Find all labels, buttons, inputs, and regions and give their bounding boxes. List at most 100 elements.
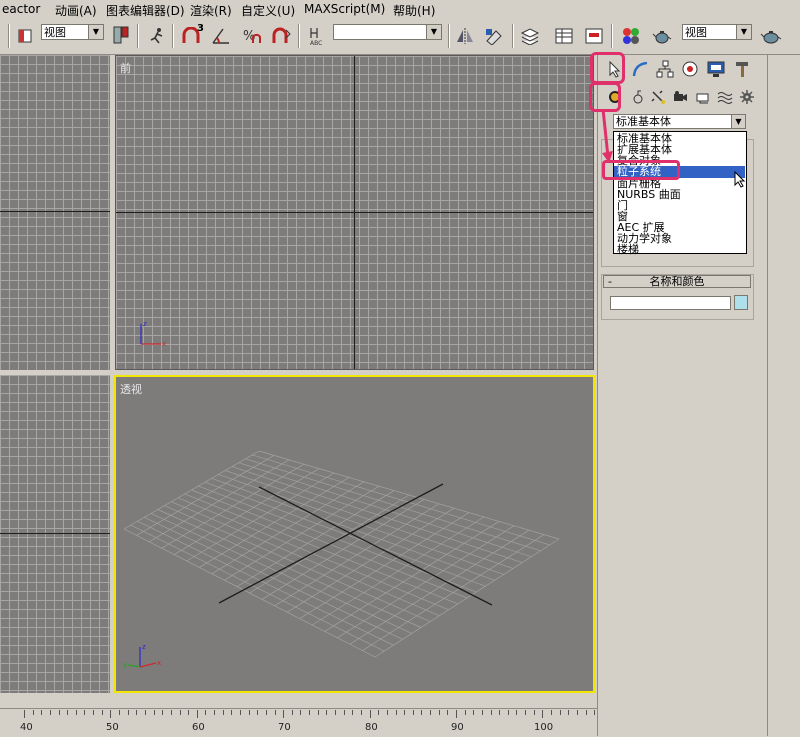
space-warps-subtab[interactable] bbox=[715, 87, 735, 107]
render-type-combo[interactable]: 视图 ▼ bbox=[682, 24, 752, 40]
ruler-tick bbox=[438, 710, 440, 715]
ruler-tick bbox=[395, 710, 397, 715]
named-selection-sets-combo[interactable]: ▼ bbox=[333, 24, 442, 40]
svg-text:x: x bbox=[157, 659, 161, 667]
angle-snap-icon bbox=[212, 28, 229, 44]
systems-subtab[interactable] bbox=[737, 87, 757, 107]
object-category-dropdown: 标准基本体 扩展基本体 复合对象 粒子系统 面片栅格 NURBS 曲面 门 窗 … bbox=[613, 131, 747, 255]
viewport-top-left[interactable] bbox=[0, 55, 110, 370]
ruler-tick bbox=[464, 710, 466, 715]
menu-rendering[interactable]: 渲染(R) bbox=[190, 2, 232, 19]
ruler-tick bbox=[559, 710, 561, 715]
quick-render-button[interactable] bbox=[760, 25, 782, 47]
object-category-select[interactable]: 标准基本体 ▼ bbox=[613, 114, 746, 129]
ruler-tick bbox=[153, 710, 155, 715]
material-editor-button[interactable] bbox=[620, 25, 642, 47]
motion-tab[interactable] bbox=[678, 57, 702, 81]
ruler-tick bbox=[533, 710, 535, 715]
curve-editor-button[interactable] bbox=[553, 25, 575, 47]
name-color-rollout-header[interactable]: - 名称和颜色 bbox=[603, 275, 751, 288]
ruler-tick bbox=[335, 710, 337, 715]
reference-coord-combo[interactable]: 视图 ▼ bbox=[41, 24, 104, 40]
main-toolbar: 视图 ▼ 3 % ABC ▼ 视图 ▼ bbox=[0, 18, 800, 55]
mirror-button[interactable] bbox=[454, 25, 476, 47]
menu-customize[interactable]: 自定义(U) bbox=[241, 2, 295, 19]
ruler-tick bbox=[343, 710, 345, 715]
ruler-tick bbox=[32, 710, 34, 715]
material-spheres-icon bbox=[623, 28, 639, 44]
grid-axis-line bbox=[0, 533, 110, 534]
ruler-tick bbox=[265, 710, 267, 715]
ruler-tick bbox=[240, 710, 241, 715]
command-panel-scrollbar-area[interactable] bbox=[767, 55, 800, 736]
toolbar-separator bbox=[137, 24, 139, 48]
hierarchy-tab[interactable] bbox=[653, 57, 677, 81]
ruler-label: 60 bbox=[192, 722, 205, 733]
viewport-front[interactable]: 前 z x bbox=[115, 55, 594, 370]
spinner-snap-button[interactable] bbox=[270, 25, 292, 47]
render-scene-button[interactable] bbox=[651, 25, 673, 47]
layer-manager-button[interactable] bbox=[519, 25, 541, 47]
named-selection-icon: ABC bbox=[310, 28, 322, 46]
object-name-input[interactable] bbox=[610, 296, 731, 310]
ruler-tick bbox=[404, 710, 406, 715]
ruler-tick bbox=[585, 710, 587, 715]
schematic-view-button[interactable] bbox=[583, 25, 605, 47]
dropdown-item-stairs[interactable]: 楼梯 bbox=[617, 244, 639, 255]
ruler-tick bbox=[309, 710, 311, 715]
viewport-bottom-left[interactable] bbox=[0, 375, 110, 693]
ruler-tick bbox=[378, 710, 380, 715]
timeline-ruler[interactable]: 40 50 60 70 80 90 100 bbox=[0, 708, 597, 737]
grid-line bbox=[130, 524, 385, 652]
percent-snap-button[interactable]: % bbox=[240, 25, 262, 47]
ruler-tick bbox=[576, 710, 578, 715]
motion-icon bbox=[682, 61, 698, 77]
ruler-tick bbox=[119, 710, 121, 715]
ruler-tick bbox=[75, 710, 77, 715]
menu-reactor[interactable]: eactor bbox=[2, 2, 40, 16]
axis-tripod-icon: z x y bbox=[123, 643, 161, 669]
toolbar-separator bbox=[512, 24, 514, 48]
snap-toggle-button[interactable]: 3 bbox=[180, 23, 204, 47]
highlight-box-create-tab bbox=[590, 52, 625, 84]
spinner-snap-icon bbox=[272, 27, 291, 43]
edit-named-selection-button[interactable]: ABC bbox=[306, 25, 328, 47]
viewport-label-front[interactable]: 前 bbox=[120, 60, 131, 76]
menu-help[interactable]: 帮助(H) bbox=[393, 2, 435, 19]
select-and-link-button[interactable] bbox=[146, 25, 168, 47]
modify-tab[interactable] bbox=[628, 57, 652, 81]
shapes-icon bbox=[633, 90, 643, 104]
svg-text:z: z bbox=[142, 643, 146, 651]
menu-graph-editors[interactable]: 图表编辑器(D) bbox=[106, 2, 185, 19]
ruler-tick bbox=[291, 710, 293, 715]
ruler-tick bbox=[594, 710, 596, 715]
ruler-tick bbox=[67, 710, 69, 715]
ruler-tick bbox=[516, 710, 518, 715]
ruler-tick bbox=[41, 710, 43, 715]
collapse-icon: - bbox=[608, 275, 612, 288]
chevron-down-icon: ▼ bbox=[736, 25, 751, 39]
lights-subtab[interactable] bbox=[648, 87, 668, 107]
viewport-perspective[interactable]: 透视 z x y bbox=[114, 375, 595, 693]
object-color-swatch[interactable] bbox=[734, 295, 748, 310]
utilities-tab[interactable] bbox=[730, 57, 754, 81]
cameras-subtab[interactable] bbox=[670, 87, 690, 107]
pivot-icon bbox=[113, 26, 129, 44]
helpers-subtab[interactable] bbox=[693, 87, 713, 107]
grid-line bbox=[362, 534, 545, 651]
chevron-down-icon: ▼ bbox=[426, 25, 441, 39]
align-button[interactable] bbox=[483, 25, 505, 47]
menu-maxscript[interactable]: MAXScript(M) bbox=[304, 2, 385, 16]
select-region-button[interactable] bbox=[14, 25, 36, 47]
command-panel: 标准基本体 ▼ 标准基本体 扩展基本体 复合对象 粒子系统 面片栅格 NURBS… bbox=[589, 52, 768, 736]
teapot-icon bbox=[760, 31, 782, 44]
region-icon bbox=[18, 29, 32, 43]
axis-tripod-icon: z x bbox=[140, 320, 166, 348]
angle-snap-button[interactable] bbox=[210, 25, 232, 47]
menu-animation[interactable]: 动画(A) bbox=[55, 2, 97, 19]
display-tab[interactable] bbox=[704, 57, 728, 81]
helper-tape-icon bbox=[696, 93, 709, 104]
pivot-center-button[interactable] bbox=[110, 25, 132, 47]
shapes-subtab[interactable] bbox=[628, 87, 648, 107]
mirror-icon bbox=[457, 28, 473, 44]
